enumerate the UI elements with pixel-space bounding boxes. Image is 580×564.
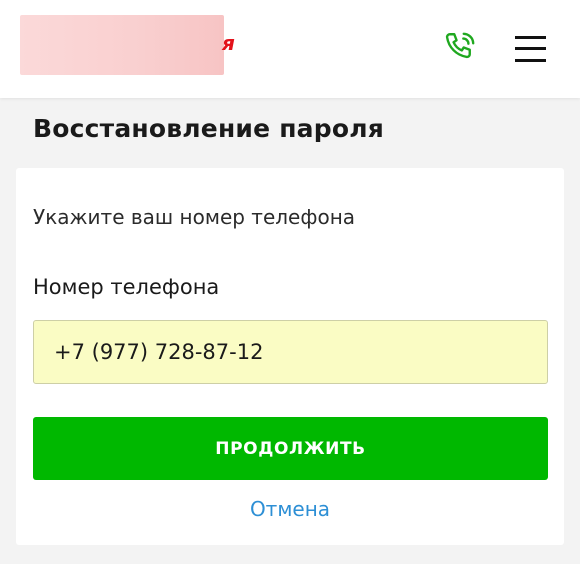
call-button[interactable] bbox=[441, 28, 479, 66]
hamburger-menu-icon-bar bbox=[515, 47, 546, 50]
phone-hint-text: Укажите ваш номер телефона bbox=[33, 205, 356, 229]
continue-button[interactable]: ПРОДОЛЖИТЬ bbox=[33, 417, 548, 480]
top-header: я bbox=[0, 0, 580, 98]
brand-logo-tail: я bbox=[222, 31, 235, 55]
hamburger-menu-button[interactable] bbox=[512, 34, 548, 64]
page-title: Восстановление пароля bbox=[33, 114, 384, 143]
phone-field-label: Номер телефона bbox=[33, 275, 220, 299]
phone-ringing-icon bbox=[445, 32, 475, 59]
cancel-link[interactable]: Отмена bbox=[0, 497, 580, 521]
phone-number-input[interactable] bbox=[33, 320, 548, 384]
hamburger-menu-icon-bar bbox=[515, 36, 546, 39]
brand-logo[interactable] bbox=[20, 15, 224, 75]
hamburger-menu-icon-bar bbox=[515, 59, 546, 62]
